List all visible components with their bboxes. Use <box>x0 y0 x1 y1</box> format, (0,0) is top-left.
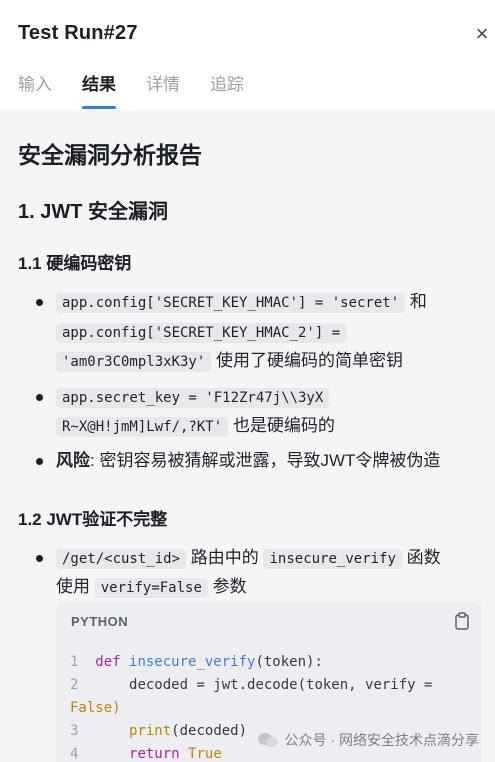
code-line: 3 print(decoded) <box>70 723 248 739</box>
bullet-dot <box>36 299 43 306</box>
list-item: 风险: 密钥容易被猜解或泄露，导致JWT令牌被伪造 <box>56 447 440 475</box>
report-title: 安全漏洞分析报告 <box>18 142 202 168</box>
bullet-dot <box>36 458 43 465</box>
watermark: 公众号 · 网络安全技术点滴分享 <box>257 730 479 750</box>
watermark-text: 公众号 · 网络安全技术点滴分享 <box>284 732 479 748</box>
inline-code: 'am0r3C0mpl3xK3y' <box>56 352 212 372</box>
panel-header: Test Run#27 × 输入 结果 详情 追踪 <box>0 0 495 110</box>
tab-input[interactable]: 输入 <box>18 70 52 110</box>
inline-code: app.config['SECRET_KEY_HMAC'] = 'secret' <box>56 293 406 313</box>
copy-icon[interactable] <box>454 612 470 630</box>
list-item: app.config['SECRET_KEY_HMAC'] = 'secret'… <box>56 288 427 317</box>
tab-details[interactable]: 详情 <box>146 70 180 110</box>
code-line: 4 return True <box>70 746 222 762</box>
inline-code: insecure_verify <box>263 549 402 569</box>
inline-code: app.config['SECRET_KEY_HMAC_2'] = <box>56 323 347 343</box>
code-block-header: PYTHON <box>56 602 482 642</box>
close-button[interactable]: × <box>472 22 492 46</box>
inline-code: R~X@H!jmM]Lwf/,?KT' <box>56 417 229 437</box>
list-item-text: : 密钥容易被猜解或泄露，导致JWT令牌被伪造 <box>90 451 441 470</box>
inline-code: verify=False <box>94 578 208 598</box>
tab-trace[interactable]: 追踪 <box>210 70 244 110</box>
tab-result[interactable]: 结果 <box>82 70 116 110</box>
inline-code: /get/<cust_id> <box>56 549 187 569</box>
code-line: False) <box>70 700 121 716</box>
page-title: Test Run#27 <box>18 22 138 44</box>
tab-bar: 输入 结果 详情 追踪 <box>18 70 274 110</box>
code-line: 1 def insecure_verify(token): <box>70 654 323 670</box>
list-item-text: 参数 <box>212 577 247 596</box>
list-item-text: 路由中的 <box>190 548 259 567</box>
list-item-text: 使用了硬编码的简单密钥 <box>216 351 404 370</box>
list-item: app.secret_key = 'F12Zr47j\\3yX <box>56 383 330 412</box>
code-line: 2 decoded = jwt.decode(token, verify = <box>70 677 433 693</box>
subsection-heading-hardcoded-key: 1.1 硬编码密钥 <box>18 254 132 273</box>
list-item-continuation: app.config['SECRET_KEY_HMAC_2'] = <box>56 318 347 347</box>
risk-label: 风险 <box>56 451 90 470</box>
list-item-text: 使用 <box>56 577 90 596</box>
list-item-text: 函数 <box>406 548 441 567</box>
list-item-text: 和 <box>409 292 427 311</box>
result-content[interactable]: 安全漏洞分析报告 1. JWT 安全漏洞 1.1 硬编码密钥 app.confi… <box>0 110 495 762</box>
bullet-dot <box>36 394 43 401</box>
list-item-continuation: 'am0r3C0mpl3xK3y' 使用了硬编码的简单密钥 <box>56 347 403 376</box>
wechat-icon <box>257 733 278 747</box>
list-item-continuation: 使用 verify=False 参数 <box>56 573 247 602</box>
inline-code: app.secret_key = 'F12Zr47j\\3yX <box>56 388 330 408</box>
section-heading-jwt: 1. JWT 安全漏洞 <box>18 201 169 223</box>
bullet-dot <box>36 555 43 562</box>
list-item: /get/<cust_id> 路由中的 insecure_verify 函数 <box>56 544 441 573</box>
list-item-continuation: R~X@H!jmM]Lwf/,?KT' 也是硬编码的 <box>56 412 335 441</box>
code-language-label: PYTHON <box>71 614 129 629</box>
list-item-text: 也是硬编码的 <box>232 416 335 435</box>
subsection-heading-jwt-verify: 1.2 JWT验证不完整 <box>18 510 168 529</box>
